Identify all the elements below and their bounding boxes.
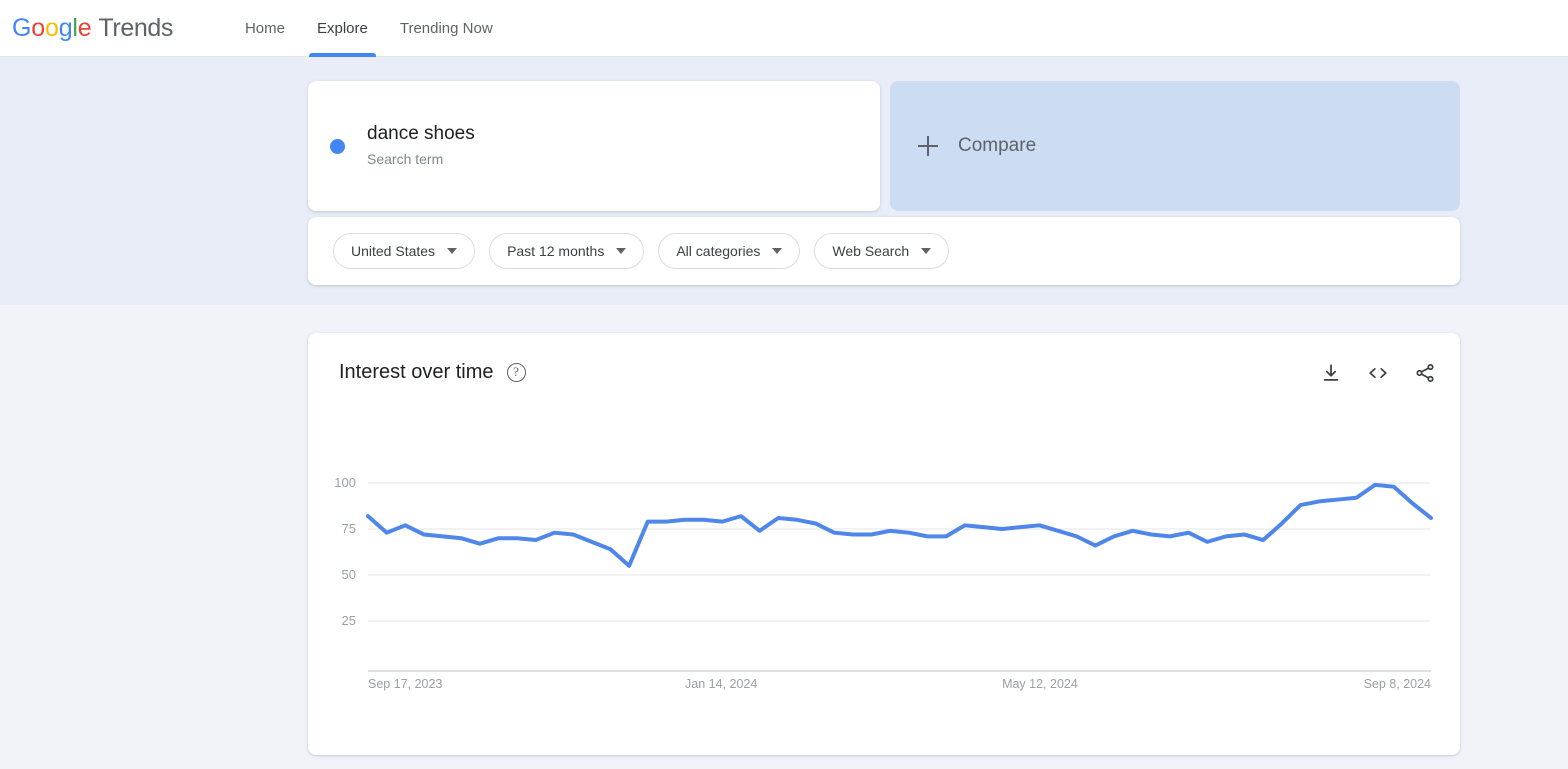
filter-chip-united-states[interactable]: United States: [333, 233, 476, 269]
nav-item-label: Home: [244, 19, 285, 37]
y-axis-tick-label: 100: [334, 475, 356, 490]
filter-chip-all-categories[interactable]: All categories: [658, 233, 801, 269]
search-term-card[interactable]: dance shoes Search term: [308, 81, 880, 211]
nav-item-trending-now[interactable]: Trending Now: [384, 0, 509, 57]
line-chart-svg: 25 50 75 100 Sep 17, 2023 Jan 14, 2024 May 12,…: [334, 475, 1433, 691]
chevron-down-icon: [616, 248, 627, 254]
google-logo-letter-3: g: [58, 13, 73, 42]
filter-bar: United States Past 12 months All categorie…: [308, 217, 1460, 285]
google-logo-letter-0: G: [12, 13, 32, 42]
y-axis-tick-label: 50: [342, 567, 356, 582]
google-logo-letter-1: o: [31, 13, 45, 42]
search-term-type-label: Search term: [367, 151, 444, 167]
y-axis-tick-label: 75: [342, 521, 356, 536]
filter-chip-web-search[interactable]: Web Search: [814, 233, 950, 269]
filter-chip-label: All categories: [676, 243, 761, 259]
add-compare-button[interactable]: Compare: [890, 81, 1460, 211]
google-logo-letter-5: e: [77, 13, 92, 42]
nav-item-home[interactable]: Home: [229, 0, 301, 57]
google-wordmark: Google: [12, 13, 92, 43]
google-logo-letter-2: o: [44, 13, 59, 42]
x-axis-tick-label: May 12, 2024: [1002, 677, 1078, 691]
top-navigation-bar: Google Trends Home Explore Trending Now: [0, 0, 1568, 57]
filter-chip-label: Past 12 months: [507, 243, 605, 259]
filter-chip-label: Web Search: [832, 243, 910, 259]
corner-artifact: · · ·: [1495, 758, 1523, 767]
nav-item-label: Explore: [316, 19, 368, 37]
interest-over-time-plot: 25 50 75 100 Sep 17, 2023 Jan 14, 2024 May 12,…: [308, 333, 1460, 755]
chevron-down-icon: [447, 248, 458, 254]
y-axis-tick-label: 25: [342, 613, 356, 628]
nav-item-explore[interactable]: Explore: [301, 0, 384, 57]
x-axis-tick-label: Jan 14, 2024: [685, 677, 757, 691]
nav-item-label: Trending Now: [399, 19, 493, 37]
series-line-dance-shoes[interactable]: [366, 482, 1433, 568]
chevron-down-icon: [772, 248, 783, 254]
plus-icon: [918, 136, 938, 156]
interest-over-time-card: Interest over time ? 25 50 75 100 Sep 17, 20…: [308, 333, 1460, 755]
x-axis-tick-label: Sep 17, 2023: [368, 677, 442, 691]
compare-label: Compare: [958, 135, 1037, 156]
series-color-dot-icon: [330, 138, 345, 154]
trends-wordmark: Trends: [98, 13, 173, 42]
filter-chip-past-12-months[interactable]: Past 12 months: [489, 233, 645, 269]
nav-links: Home Explore Trending Now: [229, 0, 509, 57]
x-axis-tick-label: Sep 8, 2024: [1364, 677, 1431, 691]
chevron-down-icon: [921, 248, 932, 254]
search-term-label: dance shoes: [367, 123, 475, 144]
filter-chip-label: United States: [351, 243, 436, 259]
google-trends-logo[interactable]: Google Trends: [12, 14, 173, 43]
query-row: dance shoes Search term Compare: [308, 81, 1460, 211]
